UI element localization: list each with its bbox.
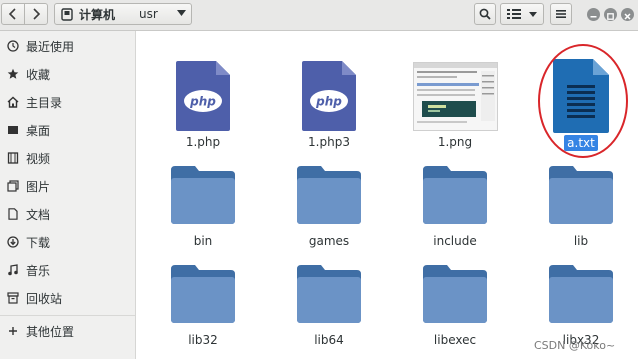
- folder-item[interactable]: lib: [526, 166, 636, 248]
- menu-button[interactable]: [550, 3, 572, 25]
- sidebar-item-label: 文档: [26, 207, 51, 222]
- dropdown-arrow-icon: [177, 10, 186, 16]
- sidebar-item-documents[interactable]: 文档: [0, 202, 135, 226]
- folder-item[interactable]: bin: [148, 166, 258, 248]
- folder-icon: [171, 265, 235, 323]
- folder-item[interactable]: libexec: [400, 265, 510, 347]
- download-icon: [6, 235, 20, 249]
- path-home-label: 计算机: [79, 7, 116, 22]
- clock-icon: [6, 39, 20, 53]
- folder-icon: [297, 166, 361, 224]
- sidebar-item-downloads[interactable]: 下载: [0, 230, 135, 254]
- image-thumbnail: [412, 62, 498, 131]
- sidebar-item-label: 其他位置: [26, 324, 75, 339]
- folder-icon: [549, 265, 613, 323]
- plus-icon: [6, 324, 20, 338]
- folder-icon: [423, 166, 487, 224]
- folder-name: libexec: [433, 333, 477, 347]
- folder-name: bin: [193, 234, 213, 248]
- path-segment-computer[interactable]: 计算机: [61, 6, 115, 23]
- folder-item[interactable]: include: [400, 166, 510, 248]
- file-item[interactable]: 1.png: [400, 62, 510, 149]
- picture-icon: [6, 179, 20, 193]
- sidebar-item-trash[interactable]: 回收站: [0, 286, 135, 310]
- sidebar-item-label: 收藏: [26, 67, 51, 82]
- folder-icon: [171, 166, 235, 224]
- folder-icon: [297, 265, 361, 323]
- svg-text:php: php: [315, 95, 342, 109]
- sidebar-item-label: 桌面: [26, 123, 51, 138]
- list-view-icon: [507, 9, 521, 19]
- chevron-right-icon: [33, 8, 41, 20]
- video-icon: [6, 151, 20, 165]
- sidebar-divider: [0, 315, 135, 316]
- screenshot-preview-icon: [413, 63, 497, 123]
- back-button[interactable]: [1, 3, 25, 25]
- sidebar-item-home[interactable]: 主目录: [0, 90, 135, 114]
- view-options-button[interactable]: [500, 3, 544, 25]
- file-item[interactable]: php 1.php: [148, 61, 258, 149]
- sidebar-item-other-locations[interactable]: 其他位置: [0, 319, 135, 343]
- folder-icon: [549, 166, 613, 224]
- minimize-icon: [590, 16, 597, 18]
- sidebar-item-label: 最近使用: [26, 39, 75, 54]
- chevron-left-icon: [8, 8, 16, 20]
- minimize-button[interactable]: [587, 8, 600, 21]
- trash-icon: [6, 291, 20, 305]
- folder-item[interactable]: libx32: [526, 265, 636, 347]
- home-icon: [6, 95, 20, 109]
- maximize-icon: [607, 13, 614, 20]
- file-name: 1.php: [185, 135, 221, 149]
- php-file-icon: php: [302, 61, 356, 131]
- folder-item[interactable]: lib32: [148, 265, 258, 347]
- header-bar: 计算机 usr: [0, 0, 638, 31]
- sidebar-item-pictures[interactable]: 图片: [0, 174, 135, 198]
- sidebar-item-starred[interactable]: 收藏: [0, 62, 135, 86]
- file-name: 1.php3: [308, 135, 350, 149]
- svg-text:php: php: [189, 95, 216, 109]
- sidebar-item-recent[interactable]: 最近使用: [0, 34, 135, 58]
- folder-icon: [423, 265, 487, 323]
- folder-item[interactable]: games: [274, 166, 384, 248]
- desktop-icon: [6, 123, 20, 137]
- php-file-icon: php: [176, 61, 230, 131]
- folder-name: lib: [573, 234, 589, 248]
- forward-button[interactable]: [24, 3, 48, 25]
- sidebar-item-label: 视频: [26, 151, 51, 166]
- sidebar-item-label: 图片: [26, 179, 51, 194]
- folder-name: lib64: [314, 333, 344, 347]
- sidebar-item-desktop[interactable]: 桌面: [0, 118, 135, 142]
- hamburger-icon: [556, 10, 566, 18]
- sidebar: 最近使用 收藏 主目录 桌面 视频 图片 文档 下载 音乐 回收站 其他位置: [0, 31, 136, 359]
- sidebar-item-label: 下载: [26, 235, 51, 250]
- watermark: CSDN @Koko~: [534, 339, 616, 352]
- sidebar-item-label: 主目录: [26, 95, 63, 110]
- sidebar-item-label: 音乐: [26, 263, 51, 278]
- sidebar-item-videos[interactable]: 视频: [0, 146, 135, 170]
- path-bar[interactable]: 计算机 usr: [54, 3, 192, 25]
- document-icon: [6, 207, 20, 221]
- chevron-down-icon: [529, 11, 537, 17]
- file-name: 1.png: [437, 135, 473, 149]
- sidebar-item-label: 回收站: [26, 291, 63, 306]
- folder-name: games: [308, 234, 350, 248]
- close-icon: [624, 13, 631, 20]
- folder-name: include: [433, 234, 477, 248]
- annotation-circle: [538, 44, 628, 158]
- file-item[interactable]: php 1.php3: [274, 61, 384, 149]
- music-icon: [6, 263, 20, 277]
- maximize-button[interactable]: [604, 8, 617, 21]
- drive-icon: [61, 7, 73, 21]
- path-segment-usr[interactable]: usr: [139, 7, 158, 21]
- search-icon: [479, 8, 491, 20]
- star-icon: [6, 67, 20, 81]
- search-button[interactable]: [474, 3, 496, 25]
- close-button[interactable]: [621, 8, 634, 21]
- folder-name: lib32: [188, 333, 218, 347]
- folder-item[interactable]: lib64: [274, 265, 384, 347]
- sidebar-item-music[interactable]: 音乐: [0, 258, 135, 282]
